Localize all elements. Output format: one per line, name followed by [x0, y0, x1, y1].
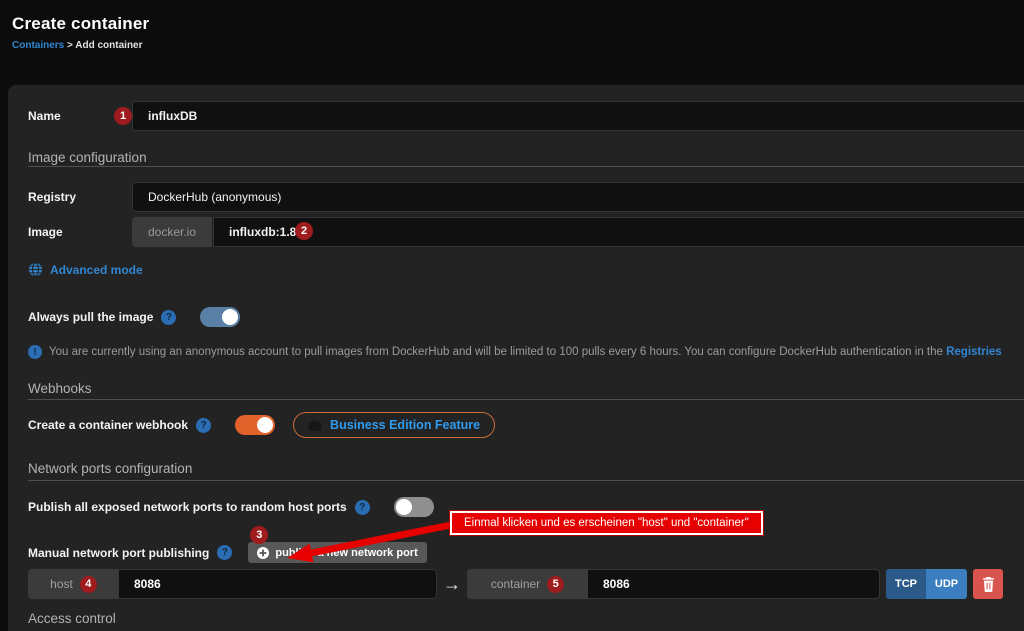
advanced-mode-link[interactable]: Advanced mode [28, 262, 143, 277]
callout-box: Einmal klicken und es erscheinen "host" … [450, 511, 763, 535]
registry-label: Registry [28, 190, 76, 204]
registries-link[interactable]: Registries [946, 346, 1002, 358]
breadcrumb-separator: > [67, 40, 73, 51]
container-port-input[interactable] [588, 569, 880, 599]
container-label-text: container [491, 577, 540, 591]
registry-select[interactable]: DockerHub (anonymous) [132, 182, 1024, 212]
name-input[interactable] [132, 101, 1024, 131]
udp-button[interactable]: UDP [926, 569, 967, 599]
plus-circle-icon [257, 547, 269, 559]
help-icon[interactable]: ? [217, 545, 232, 560]
business-edition-badge: Business Edition Feature [293, 412, 495, 438]
annotation-badge-2: 2 [295, 222, 313, 240]
divider [28, 166, 1024, 167]
section-image-configuration: Image configuration [28, 150, 147, 165]
help-icon[interactable]: ? [355, 500, 370, 515]
toggle-knob [257, 417, 273, 433]
delete-port-button[interactable] [973, 569, 1003, 599]
manual-port-label: Manual network port publishing [28, 546, 209, 560]
toggle-knob [396, 499, 412, 515]
host-label-text: host [50, 577, 73, 591]
page-title: Create container [12, 14, 149, 34]
publish-all-toggle[interactable] [394, 497, 434, 517]
section-access-control: Access control [28, 611, 116, 626]
create-webhook-label: Create a container webhook [28, 418, 188, 432]
help-icon[interactable]: ? [161, 310, 176, 325]
divider [28, 399, 1024, 400]
image-input[interactable] [213, 217, 1024, 247]
annotation-badge-3: 3 [250, 526, 268, 544]
section-network-ports: Network ports configuration [28, 461, 192, 476]
notice-text: You are currently using an anonymous acc… [49, 346, 946, 358]
trash-icon [982, 577, 995, 592]
breadcrumb-current: Add container [75, 40, 142, 51]
toggle-knob [222, 309, 238, 325]
name-label: Name [28, 109, 61, 123]
image-label: Image [28, 225, 63, 239]
advanced-mode-label: Advanced mode [50, 263, 143, 277]
divider [28, 480, 1024, 481]
image-registry-prefix: docker.io [132, 217, 212, 247]
publish-port-button[interactable]: publish a new network port 3 [248, 542, 426, 563]
host-port-input[interactable] [119, 569, 437, 599]
business-edition-label: Business Edition Feature [330, 418, 480, 432]
annotation-badge-4: 4 [80, 576, 97, 593]
section-webhooks: Webhooks [28, 381, 92, 396]
publish-port-button-label: publish a new network port [275, 547, 417, 559]
breadcrumb: Containers > Add container [12, 40, 143, 51]
briefcase-icon [308, 419, 322, 432]
annotation-badge-5: 5 [547, 576, 564, 593]
publish-all-label: Publish all exposed network ports to ran… [28, 500, 347, 514]
globe-icon [28, 262, 43, 277]
host-port-label: host 4 [28, 569, 119, 599]
container-port-label: container 5 [467, 569, 588, 599]
tcp-button[interactable]: TCP [886, 569, 926, 599]
create-webhook-toggle[interactable] [235, 415, 275, 435]
arrow-right-icon: → [443, 574, 461, 595]
breadcrumb-containers-link[interactable]: Containers [12, 40, 64, 51]
info-icon: ! [28, 345, 42, 359]
always-pull-label: Always pull the image [28, 310, 153, 324]
help-icon[interactable]: ? [196, 418, 211, 433]
annotation-badge-1: 1 [114, 107, 132, 125]
host-port-group: host 4 [28, 569, 437, 599]
container-port-group: container 5 [467, 569, 880, 599]
dockerhub-notice: ! You are currently using an anonymous a… [28, 345, 1024, 359]
always-pull-toggle[interactable] [200, 307, 240, 327]
